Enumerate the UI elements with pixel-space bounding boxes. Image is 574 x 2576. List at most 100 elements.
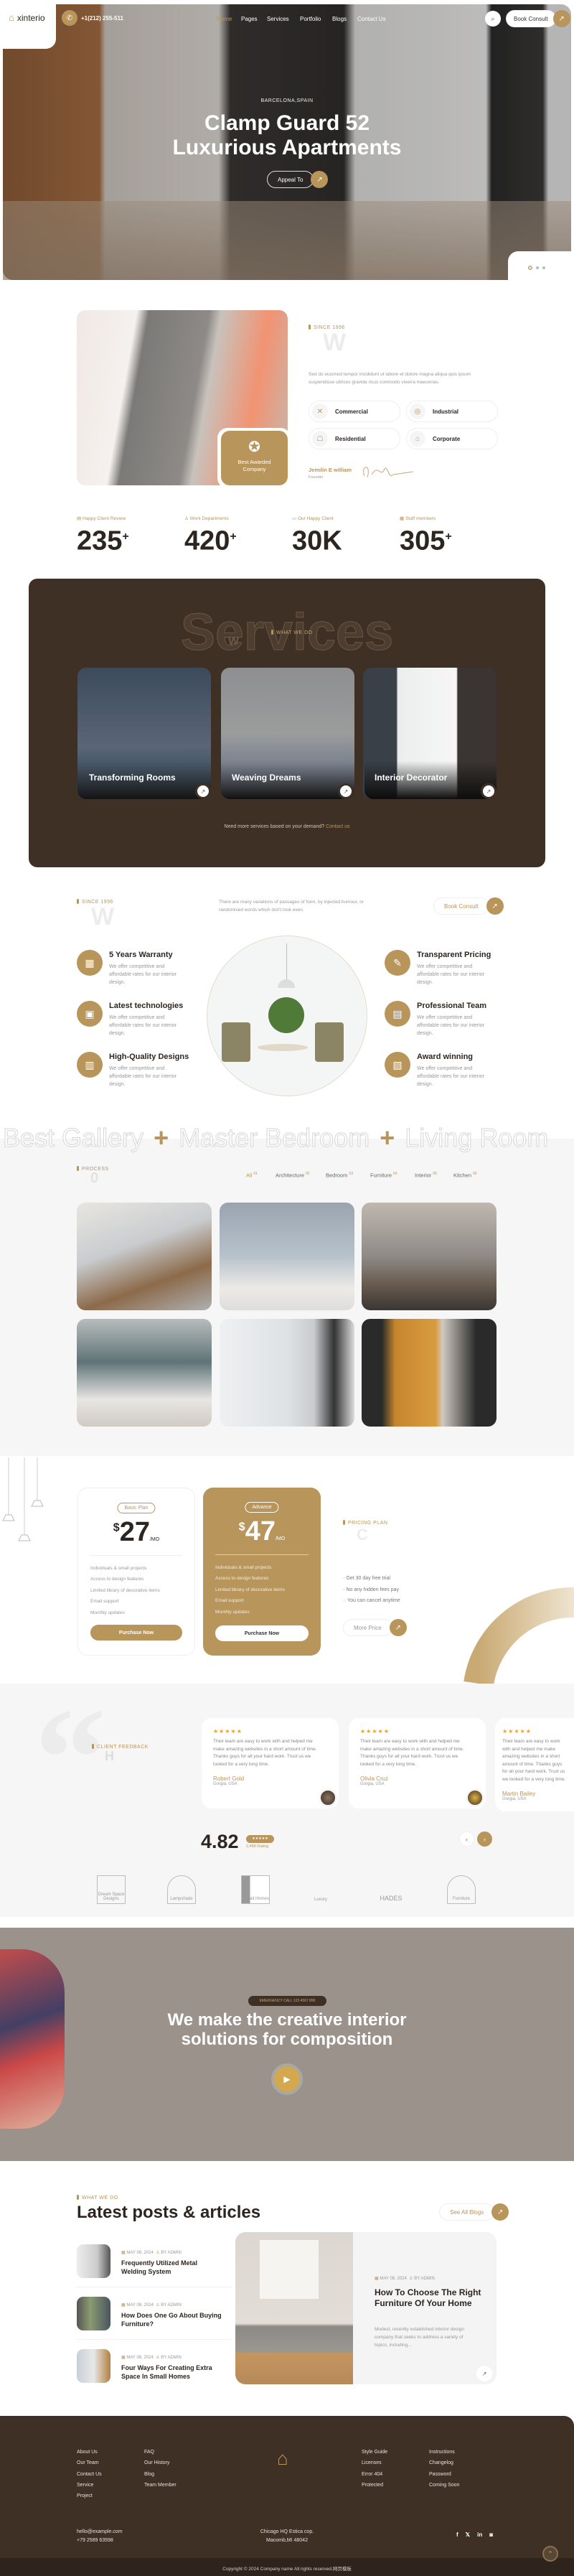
filter-bedroom[interactable]: Bedroom 03: [326, 1172, 353, 1179]
gallery-image[interactable]: [220, 1319, 354, 1427]
service-title: Weaving Dreams: [232, 773, 301, 783]
filter-architecture[interactable]: Architecture 02: [276, 1172, 310, 1179]
feature-title: Latest technologies: [109, 1002, 184, 1010]
hand-house-icon: ☖: [312, 431, 328, 447]
post-title[interactable]: How Does One Go About Buying Furniture?: [121, 2311, 222, 2328]
services-note: Need more services based on your demand?…: [0, 824, 574, 829]
post-title[interactable]: Frequently Utilized Metal Welding System: [121, 2259, 222, 2276]
purchase-button[interactable]: Purchase Now: [215, 1625, 309, 1641]
footer-link[interactable]: Password: [429, 2469, 459, 2480]
footer-link[interactable]: Style Guide: [362, 2447, 387, 2458]
header-phone[interactable]: +1(212) 255-511: [81, 15, 123, 22]
gallery-image[interactable]: [77, 1319, 212, 1427]
next-arrow-icon[interactable]: ›: [477, 1831, 492, 1847]
book-consult-button[interactable]: Book Consult ↗: [433, 897, 504, 915]
gallery-image[interactable]: [362, 1203, 497, 1310]
stat-suffix: +: [122, 531, 129, 543]
back-to-top-icon[interactable]: ⌃: [542, 2546, 558, 2562]
gallery-image[interactable]: [220, 1203, 354, 1310]
arrow-icon[interactable]: ↗: [338, 783, 354, 799]
footer-email[interactable]: hello@example.com: [77, 2528, 123, 2537]
post-title[interactable]: Four Ways For Creating Extra Space In Sm…: [121, 2363, 222, 2381]
instagram-icon[interactable]: ◙: [489, 2531, 493, 2538]
reviewer-name: Martin Bailey: [502, 1791, 536, 1797]
chip-industrial[interactable]: ◎ Industrial: [406, 401, 498, 422]
footer-link[interactable]: Contact Us: [77, 2469, 102, 2480]
arrow-icon[interactable]: ↗: [195, 783, 211, 799]
footer-link[interactable]: FAQ: [144, 2447, 177, 2458]
marquee-item: Master Bedroom: [179, 1123, 370, 1153]
x-icon[interactable]: 𝕏: [466, 2531, 470, 2538]
filter-interior[interactable]: Interior 05: [415, 1172, 437, 1179]
testimonial-text: Their team are easy to work with and hel…: [502, 1739, 566, 1782]
chip-corporate[interactable]: ⌂ Corporate: [406, 428, 498, 449]
filter-count: 03: [349, 1172, 353, 1176]
feature-title: 5 Years Warranty: [109, 951, 173, 959]
appeal-button[interactable]: Appeal To ↗: [267, 171, 329, 188]
phone-icon[interactable]: ✆: [62, 10, 77, 26]
see-all-blogs-button[interactable]: See All Blogs ↗: [439, 2203, 509, 2221]
footer-link[interactable]: Protected: [362, 2480, 387, 2491]
footer-link[interactable]: Instructions: [429, 2447, 459, 2458]
post-date: MAY 08, 2024: [126, 2356, 154, 2360]
filter-kitchen[interactable]: Kitchen 06: [453, 1172, 477, 1179]
book-consult-button[interactable]: Book Consult ↗: [506, 10, 570, 27]
chip-commercial[interactable]: ✕ Commercial: [309, 401, 400, 422]
footer-link[interactable]: Service: [77, 2480, 102, 2491]
stat-value: 235: [77, 526, 123, 556]
arrow-icon[interactable]: ↗: [476, 2366, 492, 2381]
featured-post-title[interactable]: How To Choose The Right Furniture Of You…: [375, 2287, 489, 2309]
featured-post-card[interactable]: ▦ MAY 08, 2024 ♙ BY ADMIN How To Choose …: [235, 2232, 497, 2384]
footer-link[interactable]: Coming Soon: [429, 2480, 459, 2491]
book-consult-label: Book Consult: [506, 10, 556, 27]
filter-furniture[interactable]: Furniture 04: [370, 1172, 397, 1179]
linkedin-icon[interactable]: in: [477, 2531, 482, 2538]
logo[interactable]: ⌂ xinterio: [9, 12, 45, 23]
footer-link[interactable]: Our History: [144, 2458, 177, 2468]
prev-arrow-icon[interactable]: ‹: [459, 1831, 474, 1847]
play-icon[interactable]: ▶: [271, 2063, 303, 2095]
slider-dots: [528, 266, 545, 270]
footer-phone[interactable]: +79 2589 63598: [77, 2537, 123, 2545]
footer-logo-icon[interactable]: ⌂: [277, 2448, 288, 2468]
chip-residential[interactable]: ☖ Residential: [309, 428, 400, 449]
pricing-ghost-heading: C: [357, 1526, 368, 1544]
arrow-icon: ↗: [552, 10, 570, 27]
stat-staff-members: ▦ Staff members 305+: [400, 515, 452, 557]
slide-dot[interactable]: [542, 266, 545, 269]
footer-link[interactable]: Blog: [144, 2469, 177, 2480]
nav-services[interactable]: Services: [267, 16, 289, 22]
pricing-icon: ✎: [385, 950, 410, 976]
slide-dot-active[interactable]: [528, 266, 532, 270]
search-icon[interactable]: ⌕: [485, 11, 501, 27]
chip-label: Commercial: [335, 408, 368, 415]
footer-link[interactable]: About Us: [77, 2447, 102, 2458]
plan-feature: Access to design features: [215, 1576, 269, 1582]
footer-link[interactable]: Changelog: [429, 2458, 459, 2468]
address-line: Chicago HQ Estica cop.: [260, 2529, 314, 2534]
footer-link[interactable]: Licenses: [362, 2458, 387, 2468]
nav-blogs[interactable]: Blogs: [332, 16, 347, 22]
check-text: No any hidden fees pay: [346, 1587, 399, 1592]
plus-icon: +: [380, 1123, 395, 1152]
footer-link[interactable]: Our Team: [77, 2458, 102, 2468]
footer-link[interactable]: Error 404: [362, 2469, 387, 2480]
gallery-image[interactable]: [362, 1319, 497, 1427]
nav-portfolio[interactable]: Portfolio: [300, 16, 321, 22]
plan-price: $27/MO: [78, 1517, 194, 1548]
contact-us-link[interactable]: Contact us: [326, 824, 349, 829]
plan-name: Advance: [245, 1502, 279, 1513]
footer-link[interactable]: Team Member: [144, 2480, 177, 2491]
nav-contact[interactable]: Contact Us: [357, 16, 386, 22]
slide-dot[interactable]: [536, 266, 539, 269]
nav-home[interactable]: Home: [217, 16, 232, 22]
arrow-icon[interactable]: ↗: [481, 783, 497, 799]
nav-pages[interactable]: Pages: [241, 16, 258, 22]
gallery-image[interactable]: [77, 1203, 212, 1310]
purchase-button[interactable]: Purchase Now: [90, 1625, 182, 1641]
facebook-icon[interactable]: f: [456, 2531, 458, 2538]
filter-all[interactable]: All 01: [246, 1172, 258, 1179]
more-price-button[interactable]: More Price ↗: [343, 1619, 407, 1636]
footer-link[interactable]: Project: [77, 2491, 102, 2501]
rating-stars: ★★★★★: [502, 1728, 532, 1735]
